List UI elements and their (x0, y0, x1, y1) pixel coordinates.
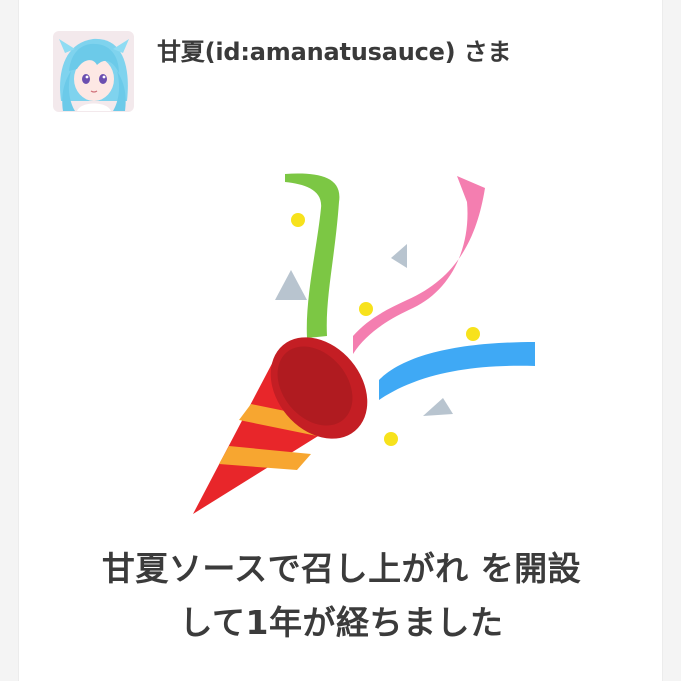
party-popper-icon (193, 173, 535, 514)
user-display-name[interactable]: 甘夏(id:amanatusauce) さま (157, 32, 511, 67)
anniversary-card: 甘夏(id:amanatusauce) さま 甘夏ソースで召し上がれ を開設 し… (18, 0, 663, 681)
anniversary-message-line1: 甘夏ソースで召し上がれ を開設 (101, 549, 582, 588)
anime-avatar-icon (53, 31, 134, 112)
party-popper-illustration (167, 168, 547, 522)
user-avatar[interactable] (53, 31, 134, 112)
anniversary-message-line2: して1年が経ちました (179, 603, 504, 642)
anniversary-message: 甘夏ソースで召し上がれ を開設 して1年が経ちました (19, 542, 662, 650)
